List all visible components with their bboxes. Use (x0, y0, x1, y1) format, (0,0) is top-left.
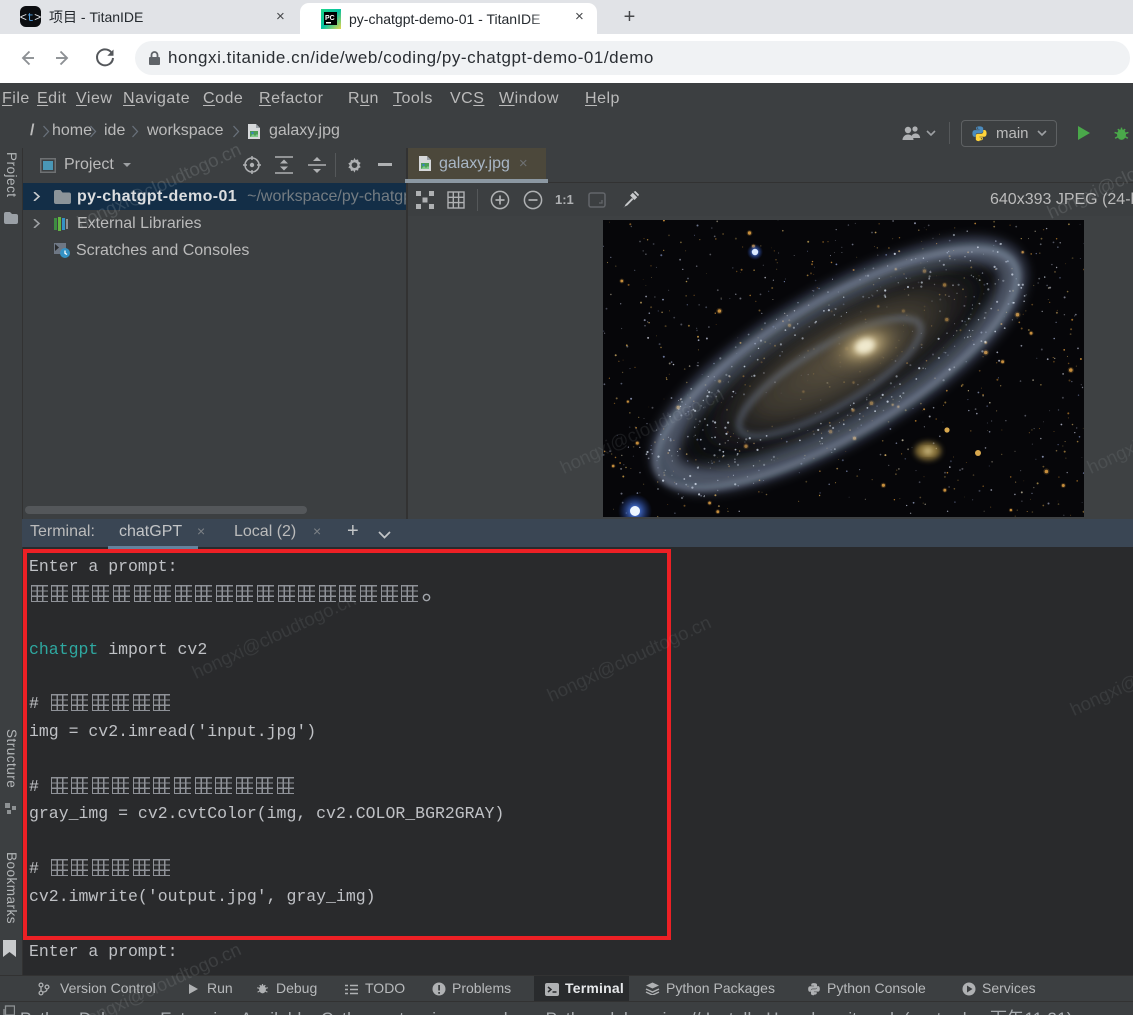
svg-text:<t>: <t> (20, 11, 41, 25)
svg-text:PC: PC (325, 15, 335, 22)
